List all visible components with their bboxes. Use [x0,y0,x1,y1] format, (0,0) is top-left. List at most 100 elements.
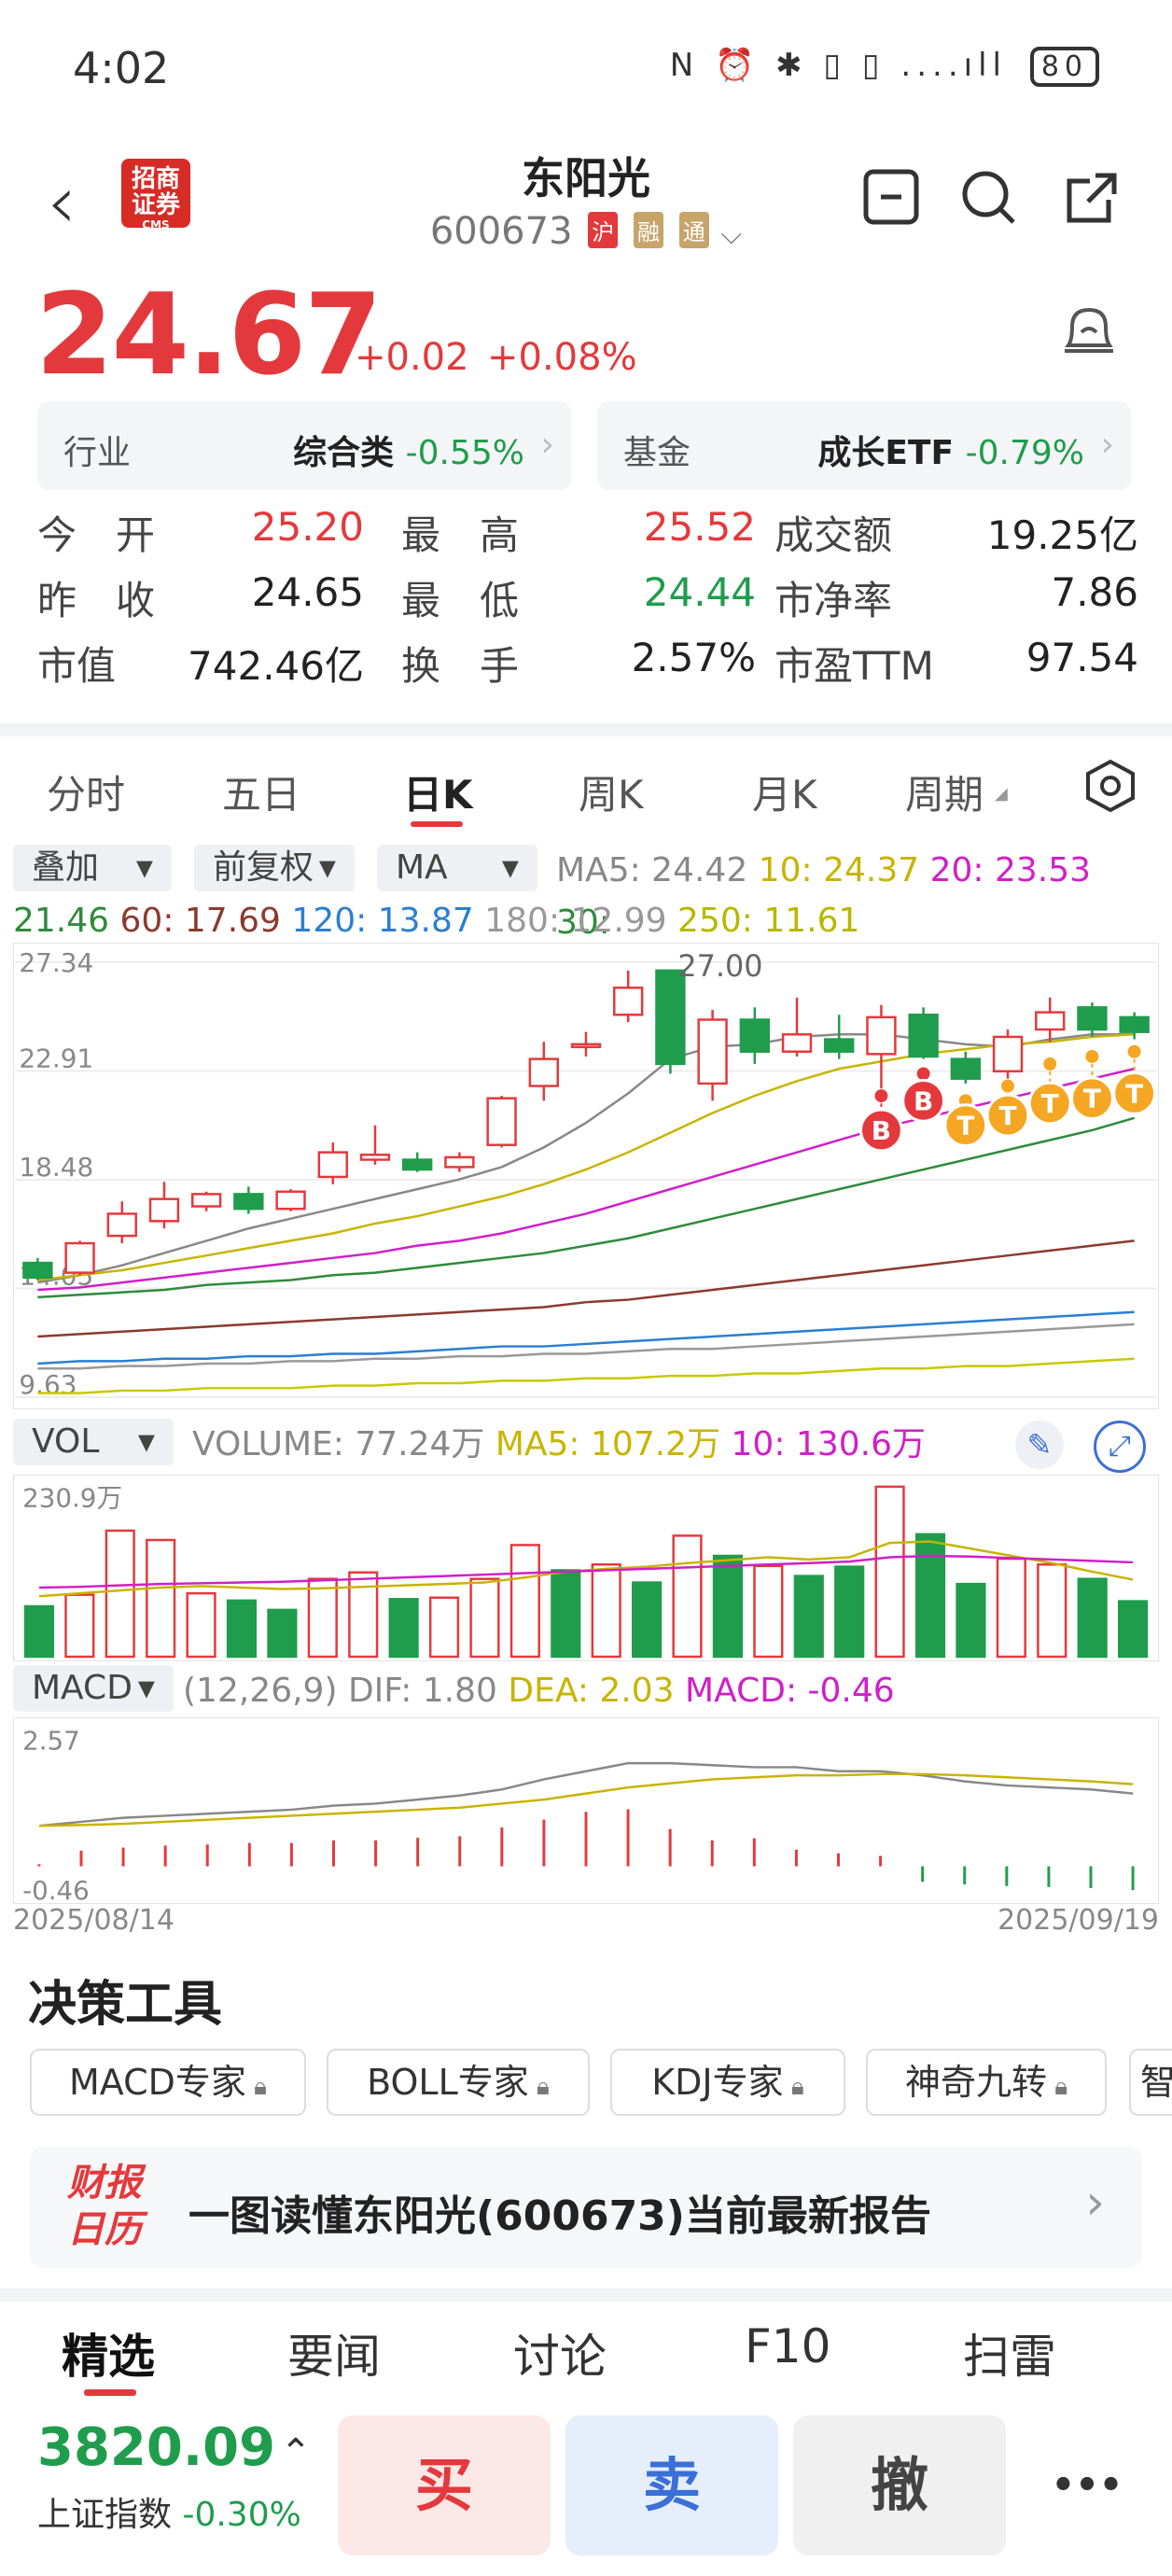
volume-bar [307,1577,338,1659]
ma250-legend: 250: 11.61 [677,902,860,940]
quote-value: 7.86 [1051,569,1138,615]
tab-period[interactable]: 五日 [222,763,300,820]
tool-label: 神奇九转 [904,2062,1047,2103]
news-tab[interactable]: F10 [745,2319,830,2373]
settings-hex-icon[interactable] [1084,758,1137,818]
overlay-dropdown[interactable]: 叠加 ▾ [13,845,172,891]
candle-body [866,1015,897,1056]
edit-pencil-icon[interactable]: ✎ [1015,1421,1064,1469]
buy-button[interactable]: 买 [338,2415,551,2555]
vol-ma5: MA5: 107.2万 [495,1425,721,1463]
tool-button[interactable]: 智 [1129,2049,1172,2116]
vol-dropdown[interactable]: VOL ▾ [13,1419,174,1465]
volume-bar [996,1557,1026,1659]
volume-bar [469,1577,500,1659]
vol-y-tick: 230.9万 [22,1483,122,1514]
volume-bar [105,1529,135,1659]
stock-code: 600673 [429,210,573,253]
lock-icon: 🔒︎ [1046,2073,1068,2101]
alert-bell-icon[interactable] [1059,299,1119,378]
macd-y-tick-bottom: -0.46 [22,1875,90,1904]
tab-period[interactable]: 日K [403,763,473,820]
tab-period[interactable]: 分时 [47,763,125,820]
tool-button[interactable]: BOLL专家 🔒︎ [327,2049,590,2116]
index-ticker[interactable]: 3820.09 ⌃ 上证指数 -0.30% [37,2417,312,2536]
share-icon[interactable] [1059,168,1124,233]
tool-button[interactable]: MACD专家 🔒︎ [30,2049,306,2116]
candle-body [22,1261,53,1280]
quote-label: 今 开 [37,512,156,558]
candlestick-chart[interactable]: 27.3422.9118.4814.059.6327.00BBT T T T T [13,943,1159,1409]
candle-body [64,1241,95,1274]
fullscreen-icon[interactable]: ⤢ [1094,1421,1146,1473]
quote-label: 最 低 [401,578,520,623]
index-name: 上证指数 [37,2496,173,2534]
ma180-legend: 180: 12.99 [484,902,667,940]
caret-down-icon: ▾ [501,848,519,887]
macd-dropdown[interactable]: MACD ▾ [13,1665,174,1712]
lock-icon: 🔒︎ [783,2073,804,2101]
high-label: 27.00 [677,948,762,984]
volume-bar [1037,1563,1067,1659]
tool-button[interactable]: KDJ专家 🔒︎ [610,2049,845,2116]
industry-pill[interactable]: 行业 综合类 -0.55% › [37,401,571,490]
candle-body [233,1193,264,1211]
fund-pct: -0.79% [965,434,1084,472]
current-price: 24.67 [35,271,383,400]
fund-pill[interactable]: 基金 成长ETF -0.79% › [597,401,1131,490]
lock-icon: 🔒︎ [528,2073,550,2101]
chevron-down-icon[interactable]: ⌵ [720,218,742,251]
tools-title: 决策工具 [28,1977,223,2033]
ma120-legend: 120: 13.87 [291,902,474,940]
sell-button[interactable]: 卖 [565,2415,778,2555]
news-tab[interactable]: 讨论 [513,2319,607,2387]
volume-chart[interactable]: 230.9万 [13,1475,1159,1661]
quote-label: 换 手 [401,643,520,689]
status-bar: 4:02 N ⏰ ✱ ▯ ▯ ....ıll 80 [0,37,1172,103]
minus-square-icon[interactable] [858,168,924,233]
ma180-line [37,1323,1135,1370]
candle-body [781,1033,813,1053]
tab-underline [84,2389,136,2396]
report-banner[interactable]: 财报 日历 一图读懂东阳光(600673)当前最新报告 › [30,2147,1142,2268]
vol-legend: VOLUME: 77.24万 MA5: 107.2万 10: 130.6万 [192,1419,926,1471]
vol-label: VOL [32,1422,100,1461]
volume-bar [1117,1600,1149,1659]
chevron-up-icon: ⌃ [280,2431,312,2474]
macd-chart[interactable]: 2.57 -0.46 [13,1717,1159,1904]
volume-bar [146,1538,176,1659]
indicator-dropdown[interactable]: MA ▾ [377,845,537,891]
volume-bar [874,1485,905,1659]
quote-value: 24.44 [643,569,756,615]
marker-dot [874,1089,888,1103]
candle-body [402,1158,433,1171]
candle-body [824,1038,855,1053]
tab-period[interactable]: 月K [752,763,817,820]
overlay-label: 叠加 [32,848,100,887]
volume-bar [672,1534,703,1659]
news-tab[interactable]: 扫雷 [963,2319,1056,2387]
quote-value: 742.46亿 [188,643,364,689]
news-tab[interactable]: 精选 [62,2319,155,2387]
tab-period[interactable]: 周K [579,763,644,820]
more-button[interactable]: ••• [1026,2415,1148,2555]
search-icon[interactable] [956,168,1022,233]
candle-body [444,1155,475,1169]
index-value: 3820.09 [37,2417,276,2478]
industry-label: 行业 [63,434,132,472]
cancel-order-button[interactable]: 撤 [793,2415,1006,2555]
candle-body [950,1057,982,1080]
adjust-dropdown[interactable]: 前复权 ▾ [194,845,355,891]
x-tick-start: 2025/08/14 [13,1904,174,1937]
candle-body [528,1057,559,1087]
tool-label: KDJ专家 [651,2062,784,2103]
quote-label: 昨 收 [37,578,156,623]
industry-pct: -0.55% [405,434,524,472]
tool-button[interactable]: 神奇九转 🔒︎ [866,2049,1107,2116]
candle-body [190,1193,222,1208]
tab-period[interactable]: 周期 [905,763,984,820]
tag-rong: 融 [633,212,663,248]
candle-body [106,1212,137,1238]
quote-value: 25.20 [251,504,364,550]
news-tab[interactable]: 要闻 [287,2319,381,2387]
